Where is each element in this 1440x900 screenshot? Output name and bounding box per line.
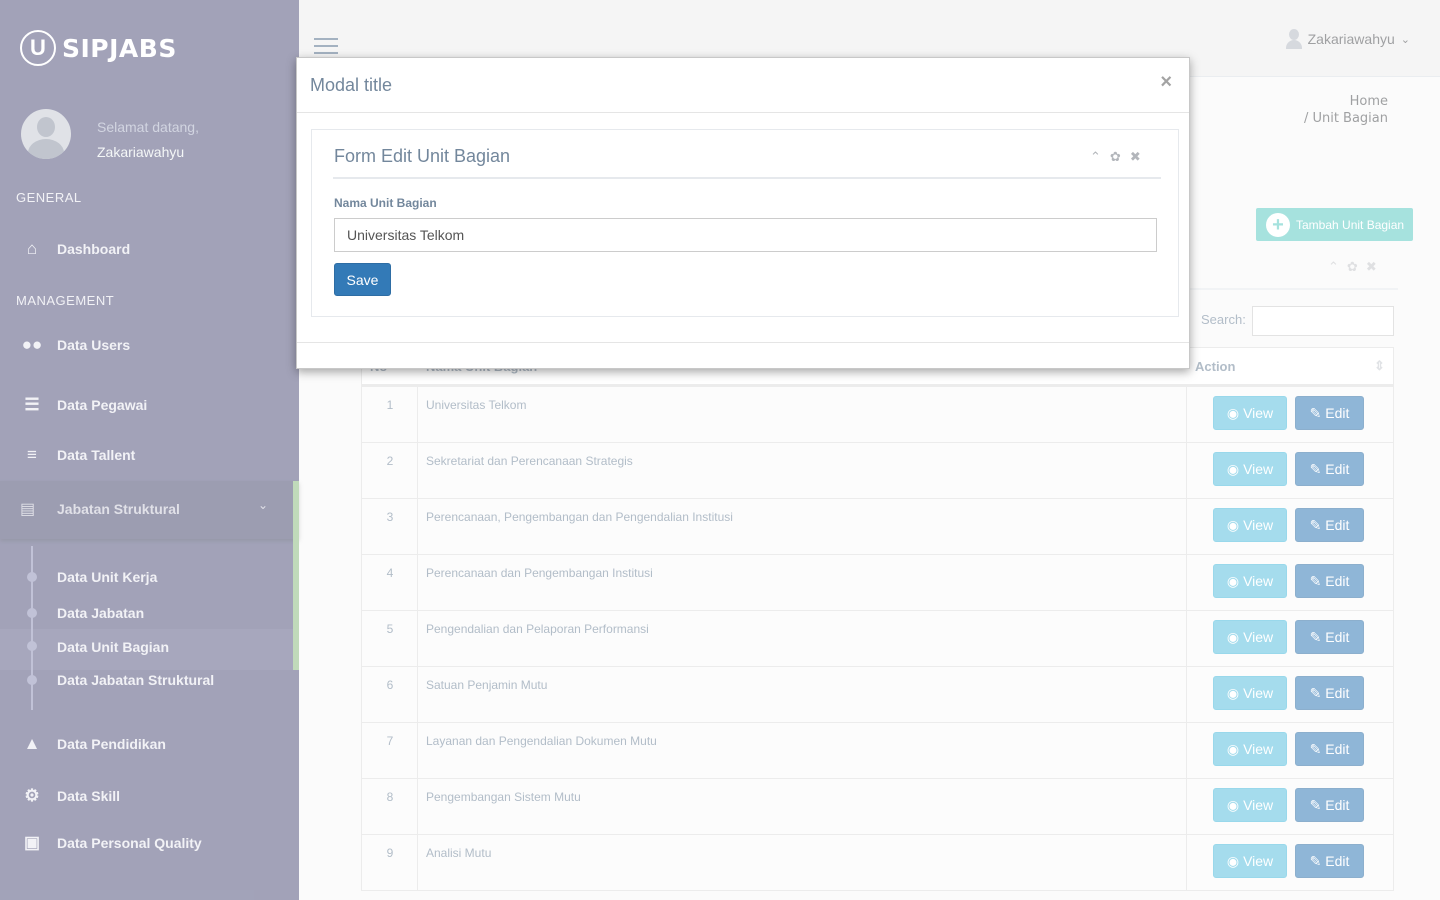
form-title: Form Edit Unit Bagian [334,146,511,166]
divider [333,177,1161,179]
modal-header: Modal title × [297,58,1189,113]
close-icon[interactable]: × [1160,71,1172,94]
form-panel: Form Edit Unit Bagian ⌃ ✿ ✖ Nama Unit Ba… [311,129,1179,317]
unit-bagian-label: Nama Unit Bagian [334,196,437,210]
unit-bagian-input[interactable] [334,218,1157,252]
save-button[interactable]: Save [334,263,391,296]
wrench-icon[interactable]: ✿ [1110,149,1121,165]
edit-modal: Modal title × Form Edit Unit Bagian ⌃ ✿ … [296,57,1190,369]
panel-toolbox: ⌃ ✿ ✖ [1090,149,1141,165]
collapse-icon[interactable]: ⌃ [1090,149,1101,165]
modal-title: Modal title [310,75,393,95]
modal-footer [297,342,1189,343]
close-icon[interactable]: ✖ [1130,149,1141,165]
